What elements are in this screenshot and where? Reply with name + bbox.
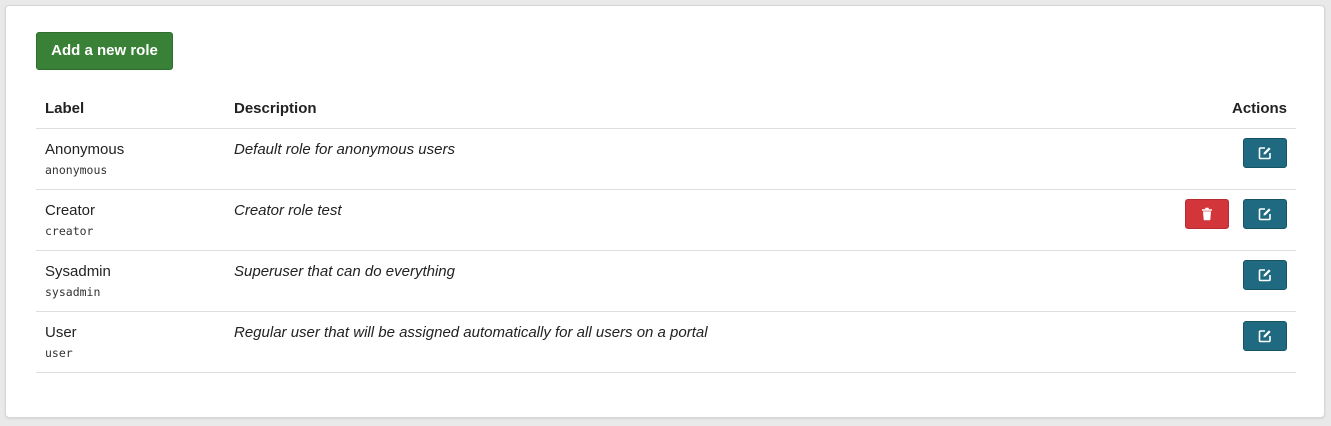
role-description-cell: Default role for anonymous users: [225, 128, 1096, 190]
role-description-cell: Creator role test: [225, 189, 1096, 251]
edit-icon: [1258, 329, 1272, 343]
role-label: Sysadmin: [45, 263, 111, 280]
role-description: Regular user that will be assigned autom…: [234, 324, 708, 341]
edit-icon: [1258, 207, 1272, 221]
role-code: anonymous: [45, 163, 108, 177]
role-label: Creator: [45, 202, 96, 219]
role-actions-cell: [1096, 311, 1296, 373]
role-label: Anonymous: [45, 141, 125, 158]
role-code: creator: [45, 224, 94, 238]
role-label-cell: User user: [36, 311, 225, 373]
role-actions-cell: [1096, 128, 1296, 190]
edit-role-button[interactable]: [1243, 260, 1287, 290]
roles-table: Label Description Actions Anonymous anon…: [36, 88, 1296, 373]
role-description: Creator role test: [234, 202, 342, 219]
edit-role-button[interactable]: [1243, 138, 1287, 168]
role-label: User: [45, 324, 77, 341]
table-row: Sysadmin sysadmin Superuser that can do …: [36, 250, 1296, 312]
role-actions-cell: [1096, 250, 1296, 312]
edit-icon: [1258, 268, 1272, 282]
table-header-row: Label Description Actions: [36, 88, 1296, 129]
description-column-header: Description: [225, 88, 1096, 129]
role-description-cell: Superuser that can do everything: [225, 250, 1096, 312]
role-label-cell: Creator creator: [36, 189, 225, 251]
actions-column-header: Actions: [1096, 88, 1296, 129]
table-row: Creator creator Creator role test: [36, 189, 1296, 251]
roles-panel: Add a new role Label Description Actions…: [5, 5, 1325, 418]
edit-role-button[interactable]: [1243, 321, 1287, 351]
trash-icon: [1200, 207, 1214, 221]
role-description-cell: Regular user that will be assigned autom…: [225, 311, 1096, 373]
table-row: User user Regular user that will be assi…: [36, 311, 1296, 373]
edit-role-button[interactable]: [1243, 199, 1287, 229]
delete-role-button[interactable]: [1185, 199, 1229, 229]
role-label-cell: Anonymous anonymous: [36, 128, 225, 190]
label-column-header: Label: [36, 88, 225, 129]
edit-icon: [1258, 146, 1272, 160]
role-code: user: [45, 346, 73, 360]
role-actions-cell: [1096, 189, 1296, 251]
add-role-button[interactable]: Add a new role: [36, 32, 173, 70]
table-row: Anonymous anonymous Default role for ano…: [36, 128, 1296, 190]
role-code: sysadmin: [45, 285, 101, 299]
role-label-cell: Sysadmin sysadmin: [36, 250, 225, 312]
role-description: Superuser that can do everything: [234, 263, 455, 280]
role-description: Default role for anonymous users: [234, 141, 455, 158]
